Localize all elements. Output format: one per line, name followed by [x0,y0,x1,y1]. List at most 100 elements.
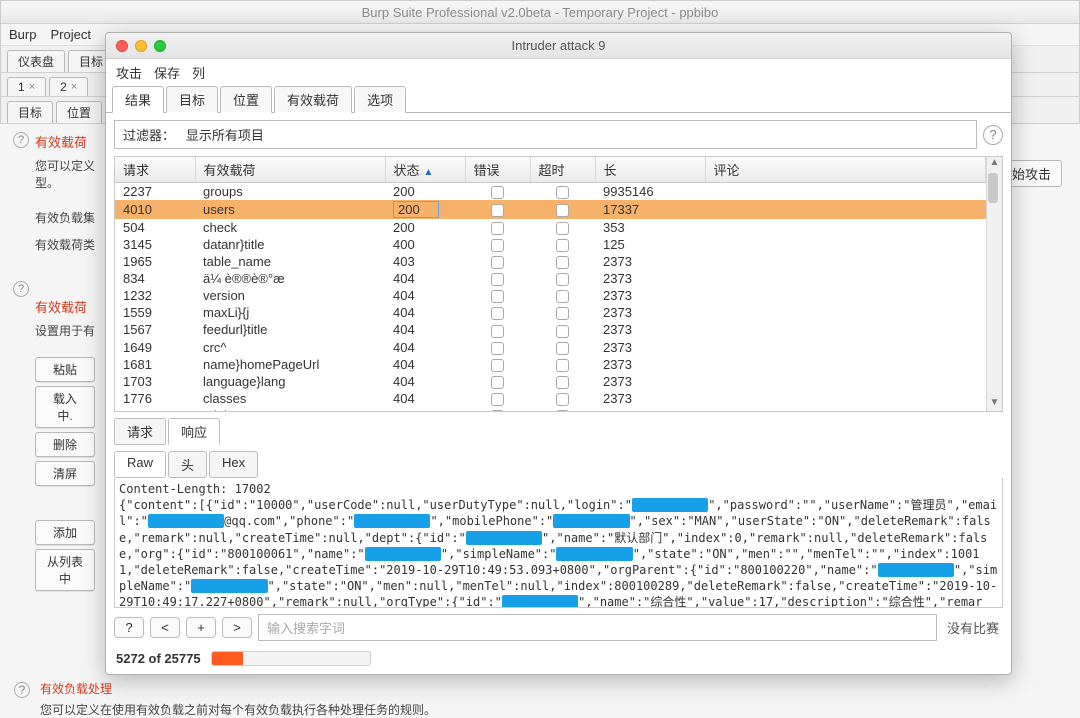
table-row[interactable]: 834ä¼ è®®è®°æ4042373 [115,270,986,287]
column-header[interactable]: 请求 [115,157,195,183]
from-list-button[interactable]: 从列表中 [35,549,95,591]
checkbox[interactable] [556,342,569,355]
section-tab-3[interactable]: 有效载荷 [274,86,352,113]
section-tab-1[interactable]: 目标 [166,86,218,113]
table-row[interactable]: 3145datanr}title400125 [115,236,986,253]
tab-num-1[interactable]: 1× [7,77,46,96]
checkbox[interactable] [491,359,504,372]
checkbox[interactable] [556,256,569,269]
column-header[interactable]: 长 [595,157,705,183]
search-input[interactable]: 输入搜索字词 [258,614,937,641]
checkbox[interactable] [556,186,569,199]
progress-fill [212,652,244,665]
table-row[interactable]: 2182minite4042373 [115,407,986,411]
checkbox[interactable] [491,376,504,389]
attack-titlebar[interactable]: Intruder attack 9 [106,33,1011,59]
checkbox[interactable] [556,325,569,338]
table-row[interactable]: 1649crc^4042373 [115,339,986,356]
checkbox[interactable] [491,290,504,303]
section-tab-4[interactable]: 选项 [354,86,406,113]
remove-button[interactable]: 删除 [35,432,95,457]
filter-input[interactable]: 过滤器： 显示所有项目 [114,120,977,149]
message-tabs: 请求响应 [114,418,1003,445]
load-button[interactable]: 载入中. [35,386,95,428]
section-tab-2[interactable]: 位置 [220,86,272,113]
checkbox[interactable] [556,393,569,406]
checkbox[interactable] [556,410,569,411]
clear-button[interactable]: 清屏 [35,461,95,486]
help-icon[interactable]: ? [14,682,30,698]
table-row[interactable]: 1567feedurl}title4042373 [115,321,986,338]
view-tab-raw[interactable]: Raw [114,451,166,478]
checkbox[interactable] [556,222,569,235]
table-row[interactable]: 504check200353 [115,219,986,236]
checkbox[interactable] [491,204,504,217]
table-row[interactable]: 2237groups2009935146 [115,183,986,201]
table-row[interactable]: 1681name}homePageUrl4042373 [115,356,986,373]
next-match-button[interactable]: > [222,617,252,638]
checkbox[interactable] [556,290,569,303]
prev-match-button[interactable]: < [150,617,180,638]
scrollbar-vertical[interactable]: ▲ ▼ [986,157,1002,411]
view-tab-hex[interactable]: Hex [209,451,258,478]
content-length-header: Content-Length: 17002 [119,481,998,497]
response-body: {"content":[{"id":"10000","userCode":nul… [119,497,998,608]
close-icon[interactable]: × [71,81,77,93]
checkbox[interactable] [491,186,504,199]
column-header[interactable]: 有效载荷 [195,157,385,183]
menu-save[interactable]: 保存 [154,63,180,82]
menu-attack[interactable]: 攻击 [116,63,142,82]
column-header[interactable]: 错误 [465,157,530,183]
checkbox[interactable] [556,273,569,286]
view-tab-头[interactable]: 头 [168,451,207,478]
checkbox[interactable] [556,359,569,372]
help-icon[interactable]: ? [13,281,29,297]
request-tab[interactable]: 请求 [114,418,166,445]
checkbox[interactable] [491,325,504,338]
column-header[interactable]: 超时 [530,157,595,183]
checkbox[interactable] [491,239,504,252]
checkbox[interactable] [491,273,504,286]
checkbox[interactable] [491,256,504,269]
section-tab-0[interactable]: 结果 [112,86,164,113]
menu-burp[interactable]: Burp [9,24,36,45]
menu-columns[interactable]: 列 [192,63,205,82]
checkbox[interactable] [556,204,569,217]
attack-window-title: Intruder attack 9 [106,38,1011,53]
column-header[interactable]: 状态 [385,157,465,183]
checkbox[interactable] [491,410,504,411]
table-row[interactable]: 1703language}lang4042373 [115,373,986,390]
menu-project[interactable]: Project [50,24,90,45]
help-icon[interactable]: ? [13,132,29,148]
help-icon[interactable]: ? [983,125,1003,145]
tab-num-2[interactable]: 2× [49,77,88,96]
scroll-up-icon[interactable]: ▲ [988,157,1002,171]
response-raw-view[interactable]: Content-Length: 17002 {"content":[{"id":… [114,478,1003,608]
table-row[interactable]: 1559maxLi}{j4042373 [115,304,986,321]
tab-dashboard[interactable]: 仪表盘 [7,50,65,72]
checkbox[interactable] [491,393,504,406]
checkbox[interactable] [491,342,504,355]
add-button[interactable]: 添加 [35,520,95,545]
paste-button[interactable]: 粘贴 [35,357,95,382]
add-button[interactable]: + [186,617,216,638]
table-row[interactable]: 4010users20017337 [115,200,986,219]
checkbox[interactable] [491,222,504,235]
close-icon[interactable]: × [29,81,35,93]
attack-menu: 攻击 保存 列 [106,59,1011,86]
section-title: 有效载荷 [35,132,103,151]
table-row[interactable]: 1965table_name4032373 [115,253,986,270]
table-row[interactable]: 1776classes4042373 [115,390,986,407]
checkbox[interactable] [556,376,569,389]
checkbox[interactable] [491,307,504,320]
payload-options-panel: ? 有效载荷 您可以定义 型。 有效负载集 有效载荷类 ? 有效载荷 设置用于有… [5,118,103,595]
help-button[interactable]: ? [114,617,144,638]
response-tab[interactable]: 响应 [168,418,220,445]
table-row[interactable]: 1232version4042373 [115,287,986,304]
scroll-down-icon[interactable]: ▼ [988,397,1002,411]
scroll-thumb[interactable] [988,173,998,203]
column-header[interactable]: 评论 [705,157,986,183]
checkbox[interactable] [556,239,569,252]
checkbox[interactable] [556,307,569,320]
section-title: 有效载荷 [35,297,103,316]
